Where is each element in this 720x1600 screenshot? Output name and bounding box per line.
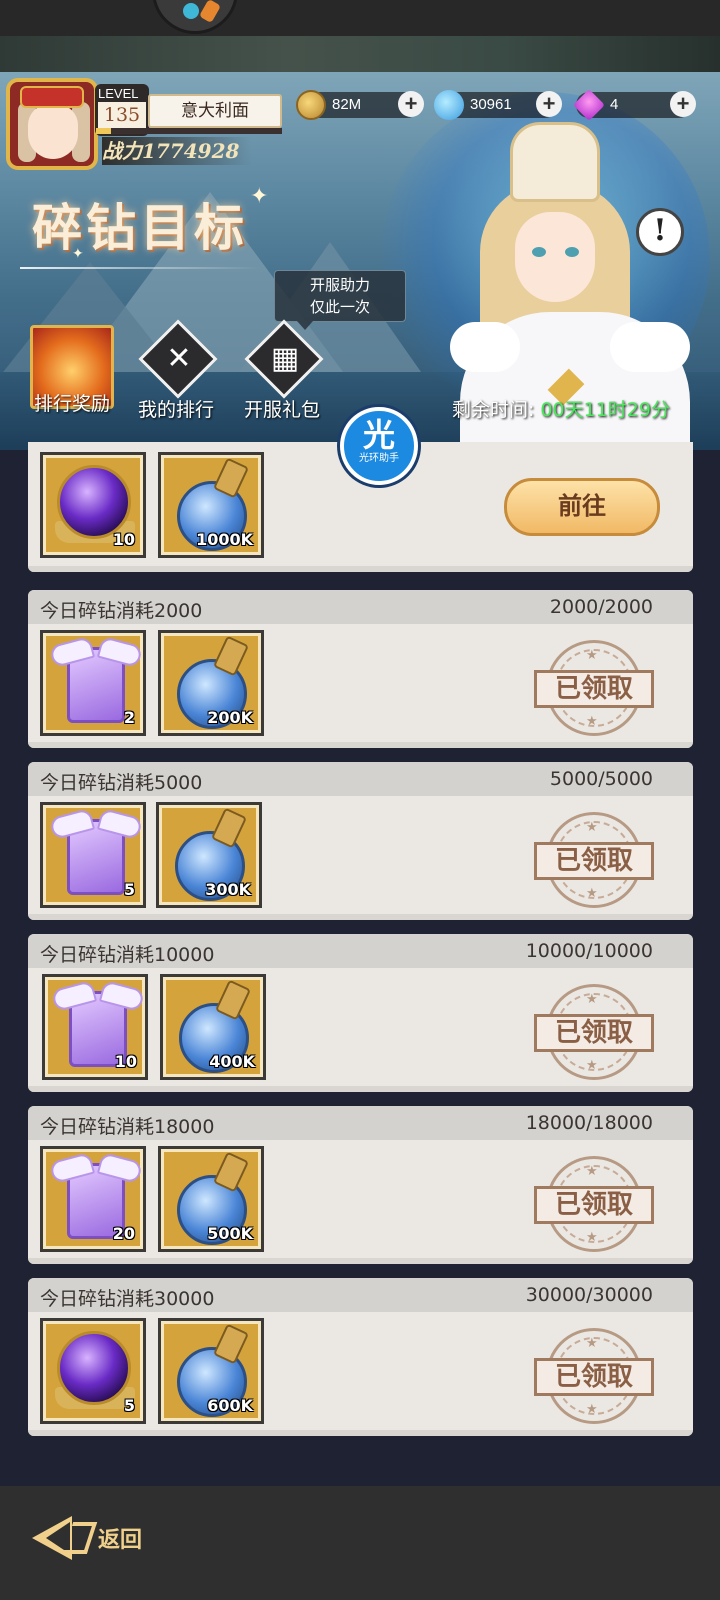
claimed-stamp: ★ ★ 已领取 — [534, 640, 654, 736]
task-progress: 2000/2000 — [549, 596, 653, 618]
sparkle-icon: ✦ — [72, 246, 84, 262]
remaining-time-value: 00天11时29分 — [540, 399, 670, 421]
event-screen: LEVEL 135 意大利面 战力1774928 82M + 30961 + 4… — [0, 0, 720, 1600]
gold-coin-icon — [296, 90, 326, 120]
task-progress: 5000/5000 — [549, 768, 653, 790]
claimed-label: 已领取 — [534, 1358, 654, 1396]
purple-orb-icon — [57, 465, 131, 539]
reward-item[interactable]: 10 — [42, 974, 148, 1080]
tooltip-line1: 开服助力 — [309, 276, 370, 294]
reward-item[interactable]: 5 — [40, 1318, 146, 1424]
task-card: 今日碎钻消耗10000 10000/10000 10 400K ★ ★ 已领取 — [28, 934, 693, 1092]
gem-pill: 4 + — [573, 89, 696, 121]
task-name: 今日碎钻消耗2000 — [40, 600, 203, 622]
reward-item[interactable]: 20 — [40, 1146, 146, 1252]
add-gem-button[interactable]: + — [670, 91, 696, 117]
claimed-stamp: ★ ★ 已领取 — [534, 812, 654, 908]
task-card: 今日碎钻消耗5000 5000/5000 5 300K ★ ★ 已领取 — [28, 762, 693, 920]
task-name: 今日碎钻消耗18000 — [40, 1116, 215, 1138]
crystal-icon — [434, 90, 464, 120]
reward-item[interactable]: 10 — [40, 452, 146, 558]
top-fade-bar — [0, 36, 720, 72]
gold-coin-pill: 82M + — [296, 90, 424, 120]
claimed-stamp: ★ ★ 已领取 — [534, 1156, 654, 1252]
player-avatar[interactable] — [6, 78, 98, 170]
combat-power: 战力1774928 — [102, 137, 252, 165]
reward-item[interactable]: 400K — [160, 974, 266, 1080]
task-progress: 18000/18000 — [525, 1112, 653, 1134]
task-name: 今日碎钻消耗30000 — [40, 1288, 215, 1310]
reward-item[interactable]: 2 — [40, 630, 146, 736]
task-progress: 10000/10000 — [525, 940, 653, 962]
event-title: 碎钻目标 — [32, 198, 248, 257]
combat-power-value: 1774928 — [142, 139, 240, 163]
shortcut-ranking-reward[interactable]: 排行奖励 — [24, 325, 120, 416]
info-button[interactable]: ! — [636, 208, 684, 256]
task-name: 今日碎钻消耗5000 — [40, 772, 203, 794]
claimed-label: 已领取 — [534, 1186, 654, 1224]
player-name: 意大利面 — [148, 94, 282, 128]
gold-coin-value: 82M — [332, 96, 362, 113]
reward-item[interactable]: 5 — [40, 802, 146, 908]
tooltip-line2: 仅此一次 — [309, 298, 370, 316]
crossed-swords-icon: ✕ — [138, 319, 218, 401]
exp-bar-fill — [96, 128, 111, 134]
remaining-time: 剩余时间: 00天11时29分 — [452, 395, 670, 422]
gift-icon: ▦ — [244, 319, 324, 401]
remaining-time-label: 剩余时间: — [452, 399, 535, 421]
claimed-label: 已领取 — [534, 842, 654, 880]
task-card: 今日碎钻消耗30000 30000/30000 5 600K ★ ★ 已领取 — [28, 1278, 693, 1436]
exp-bar — [96, 128, 282, 134]
crystal-pill: 30961 + — [434, 90, 562, 120]
level-label: LEVEL — [98, 86, 139, 101]
add-gold-button[interactable]: + — [398, 91, 424, 117]
title-underline — [20, 267, 260, 269]
task-card: 今日碎钻消耗2000 2000/2000 2 200K ★ ★ 已领取 — [28, 590, 693, 748]
task-card: 今日碎钻消耗18000 18000/18000 20 500K ★ ★ 已领取 — [28, 1106, 693, 1264]
task-list[interactable]: 10 1000K 前往 今日碎钻消耗2000 2000/2000 2 200K … — [0, 442, 720, 1486]
assistant-badge-glyph: 光 — [362, 416, 395, 454]
task-name: 今日碎钻消耗10000 — [40, 944, 215, 966]
purple-orb-icon — [57, 1331, 131, 1405]
reward-item[interactable]: 300K — [156, 802, 262, 908]
badge-tail-icon — [198, 0, 222, 24]
tooltip: 开服助力 仅此一次 — [274, 270, 406, 330]
badge-eye-icon — [183, 3, 199, 19]
shortcut-my-ranking[interactable]: ✕ 我的排行 — [128, 319, 224, 422]
assistant-badge-label: 光环助手 — [359, 453, 399, 464]
back-button[interactable]: 返回 — [32, 1510, 192, 1570]
claimed-label: 已领取 — [534, 670, 654, 708]
go-button[interactable]: 前往 — [504, 478, 660, 536]
add-crystal-button[interactable]: + — [536, 91, 562, 117]
claimed-stamp: ★ ★ 已领取 — [534, 1328, 654, 1424]
shortcut-launch-gift[interactable]: ▦ 开服礼包 — [234, 319, 330, 422]
menu-badge-icon[interactable] — [152, 0, 238, 34]
shortcut-label: 排行奖励 — [33, 393, 110, 415]
claimed-stamp: ★ ★ 已领取 — [534, 984, 654, 1080]
back-label: 返回 — [98, 1527, 143, 1553]
reward-item[interactable]: 600K — [158, 1318, 264, 1424]
level-value: 135 — [98, 102, 146, 128]
combat-power-label: 战力 — [102, 139, 142, 163]
top-strip — [0, 0, 720, 36]
claimed-label: 已领取 — [534, 1014, 654, 1052]
gem-value: 4 — [610, 96, 619, 113]
sparkle-icon: ✦ — [250, 184, 269, 209]
reward-item[interactable]: 500K — [158, 1146, 264, 1252]
assistant-badge[interactable]: 光 光环助手 — [340, 407, 418, 485]
reward-item[interactable]: 200K — [158, 630, 264, 736]
crystal-value: 30961 — [470, 96, 512, 113]
task-progress: 30000/30000 — [525, 1284, 653, 1306]
reward-item[interactable]: 1000K — [158, 452, 264, 558]
